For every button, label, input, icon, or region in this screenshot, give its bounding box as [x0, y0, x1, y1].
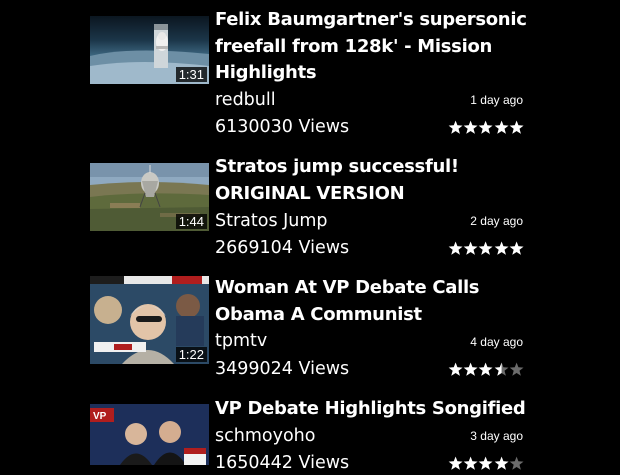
video-title[interactable]: Felix Baumgartner's supersonic freefall … — [215, 7, 535, 87]
vp-debate-songify-image: VP — [90, 404, 209, 465]
star-full-icon — [463, 120, 478, 134]
star-full-icon — [448, 241, 463, 255]
star-rating — [448, 241, 524, 256]
video-channel[interactable]: schmoyoho — [215, 424, 315, 448]
star-full-icon — [479, 456, 493, 470]
star-full-icon — [463, 241, 478, 255]
star-full-icon — [448, 120, 463, 134]
video-views: 2669104 Views — [215, 238, 350, 258]
video-thumbnail[interactable]: 1:44 — [90, 163, 209, 231]
video-thumbnail[interactable]: 1:22 — [90, 276, 209, 364]
star-full-icon — [463, 456, 478, 470]
video-title[interactable]: Stratos jump successful! ORIGINAL VERSIO… — [215, 154, 535, 207]
star-full-icon — [479, 362, 493, 376]
video-title[interactable]: Woman At VP Debate Calls Obama A Communi… — [215, 275, 535, 328]
video-duration: 1:44 — [175, 214, 207, 229]
video-channel[interactable]: tpmtv — [215, 329, 267, 353]
video-duration: 1:22 — [175, 347, 207, 362]
star-full-icon — [494, 120, 509, 134]
svg-text:VP: VP — [93, 411, 107, 422]
video-age: 2 day ago — [470, 214, 523, 228]
video-age: 3 day ago — [470, 429, 523, 443]
star-full-icon — [509, 241, 524, 255]
video-channel[interactable]: redbull — [215, 88, 276, 112]
star-rating — [448, 120, 524, 135]
video-duration: 1:31 — [175, 67, 207, 82]
video-channel[interactable]: Stratos Jump — [215, 209, 328, 233]
video-views: 1650442 Views — [215, 453, 350, 473]
star-rating — [448, 362, 524, 377]
video-views: 6130030 Views — [215, 117, 350, 137]
star-full-icon — [463, 362, 478, 376]
star-rating — [448, 456, 524, 471]
star-full-icon — [494, 456, 509, 470]
star-full-icon — [509, 120, 524, 134]
star-empty-icon — [509, 456, 524, 470]
star-full-icon — [479, 120, 493, 134]
star-full-icon — [479, 241, 493, 255]
star-full-icon — [448, 362, 463, 376]
video-title[interactable]: VP Debate Highlights Songified — [215, 396, 535, 423]
star-half-icon — [494, 362, 509, 376]
video-views: 3499024 Views — [215, 359, 350, 379]
video-thumbnail[interactable]: VP — [90, 404, 209, 465]
star-empty-icon — [509, 362, 524, 376]
video-age: 1 day ago — [470, 93, 523, 107]
video-thumbnail[interactable]: 1:31 — [90, 16, 209, 84]
video-age: 4 day ago — [470, 335, 523, 349]
star-full-icon — [494, 241, 509, 255]
star-full-icon — [448, 456, 463, 470]
